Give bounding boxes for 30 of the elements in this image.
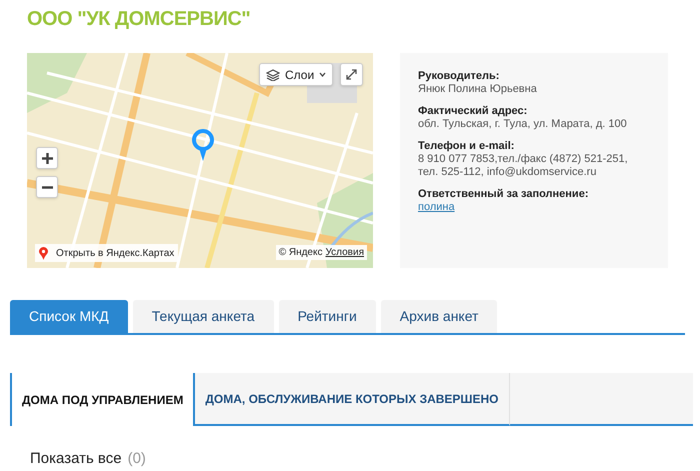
expand-icon <box>346 69 357 80</box>
tab[interactable]: Список МКД <box>10 300 128 333</box>
plus-icon <box>42 152 52 164</box>
count-text: (0) <box>128 449 146 469</box>
terms-link[interactable]: Условия <box>325 245 364 260</box>
layers-icon <box>266 68 280 80</box>
info-label: Ответственный за заполнение: <box>418 188 588 201</box>
company-title: ООО "УК ДОМСЕРВИС" <box>27 7 250 32</box>
info-value: Янюк Полина Юрьевна <box>418 83 538 96</box>
open-in-maps-link[interactable]: Открыть в Яндекс.Картах <box>35 244 178 262</box>
tab[interactable]: Текущая анкета <box>132 300 274 333</box>
tab[interactable]: Рейтинги <box>278 300 376 333</box>
info-value: обл. Тульская, г. Тула, ул. Марата, д. 100 <box>418 118 628 131</box>
zoom-in-button[interactable] <box>36 147 58 169</box>
subtab[interactable]: ДОМА ПОД УПРАВЛЕНИЕМ <box>10 373 196 426</box>
info-label: Телефон и e-mail: <box>418 140 514 153</box>
tab[interactable]: Архив анкет <box>380 300 498 333</box>
subtab[interactable]: ДОМА, ОБСЛУЖИВАНИЕ КОТОРЫХ ЗАВЕРШЕНО <box>195 373 510 426</box>
layers-button[interactable]: Слои <box>259 63 334 86</box>
copyright-text: © Яндекс <box>278 246 322 260</box>
responsible-link[interactable]: полина <box>418 201 455 214</box>
minus-icon <box>42 186 52 188</box>
zoom-out-button[interactable] <box>36 176 58 198</box>
info-value: 8 910 077 7853,тел./факс (4872) 521-251, тел. 525-112, info@ukdomservice.ru <box>418 153 629 179</box>
info-label: Руководитель: <box>418 70 500 83</box>
map-pin-icon <box>39 246 48 260</box>
fullscreen-button[interactable] <box>340 63 363 86</box>
info-label: Фактический адрес: <box>418 105 528 118</box>
caret-icon <box>319 72 326 77</box>
show-all-link[interactable]: Показать все <box>30 448 122 470</box>
